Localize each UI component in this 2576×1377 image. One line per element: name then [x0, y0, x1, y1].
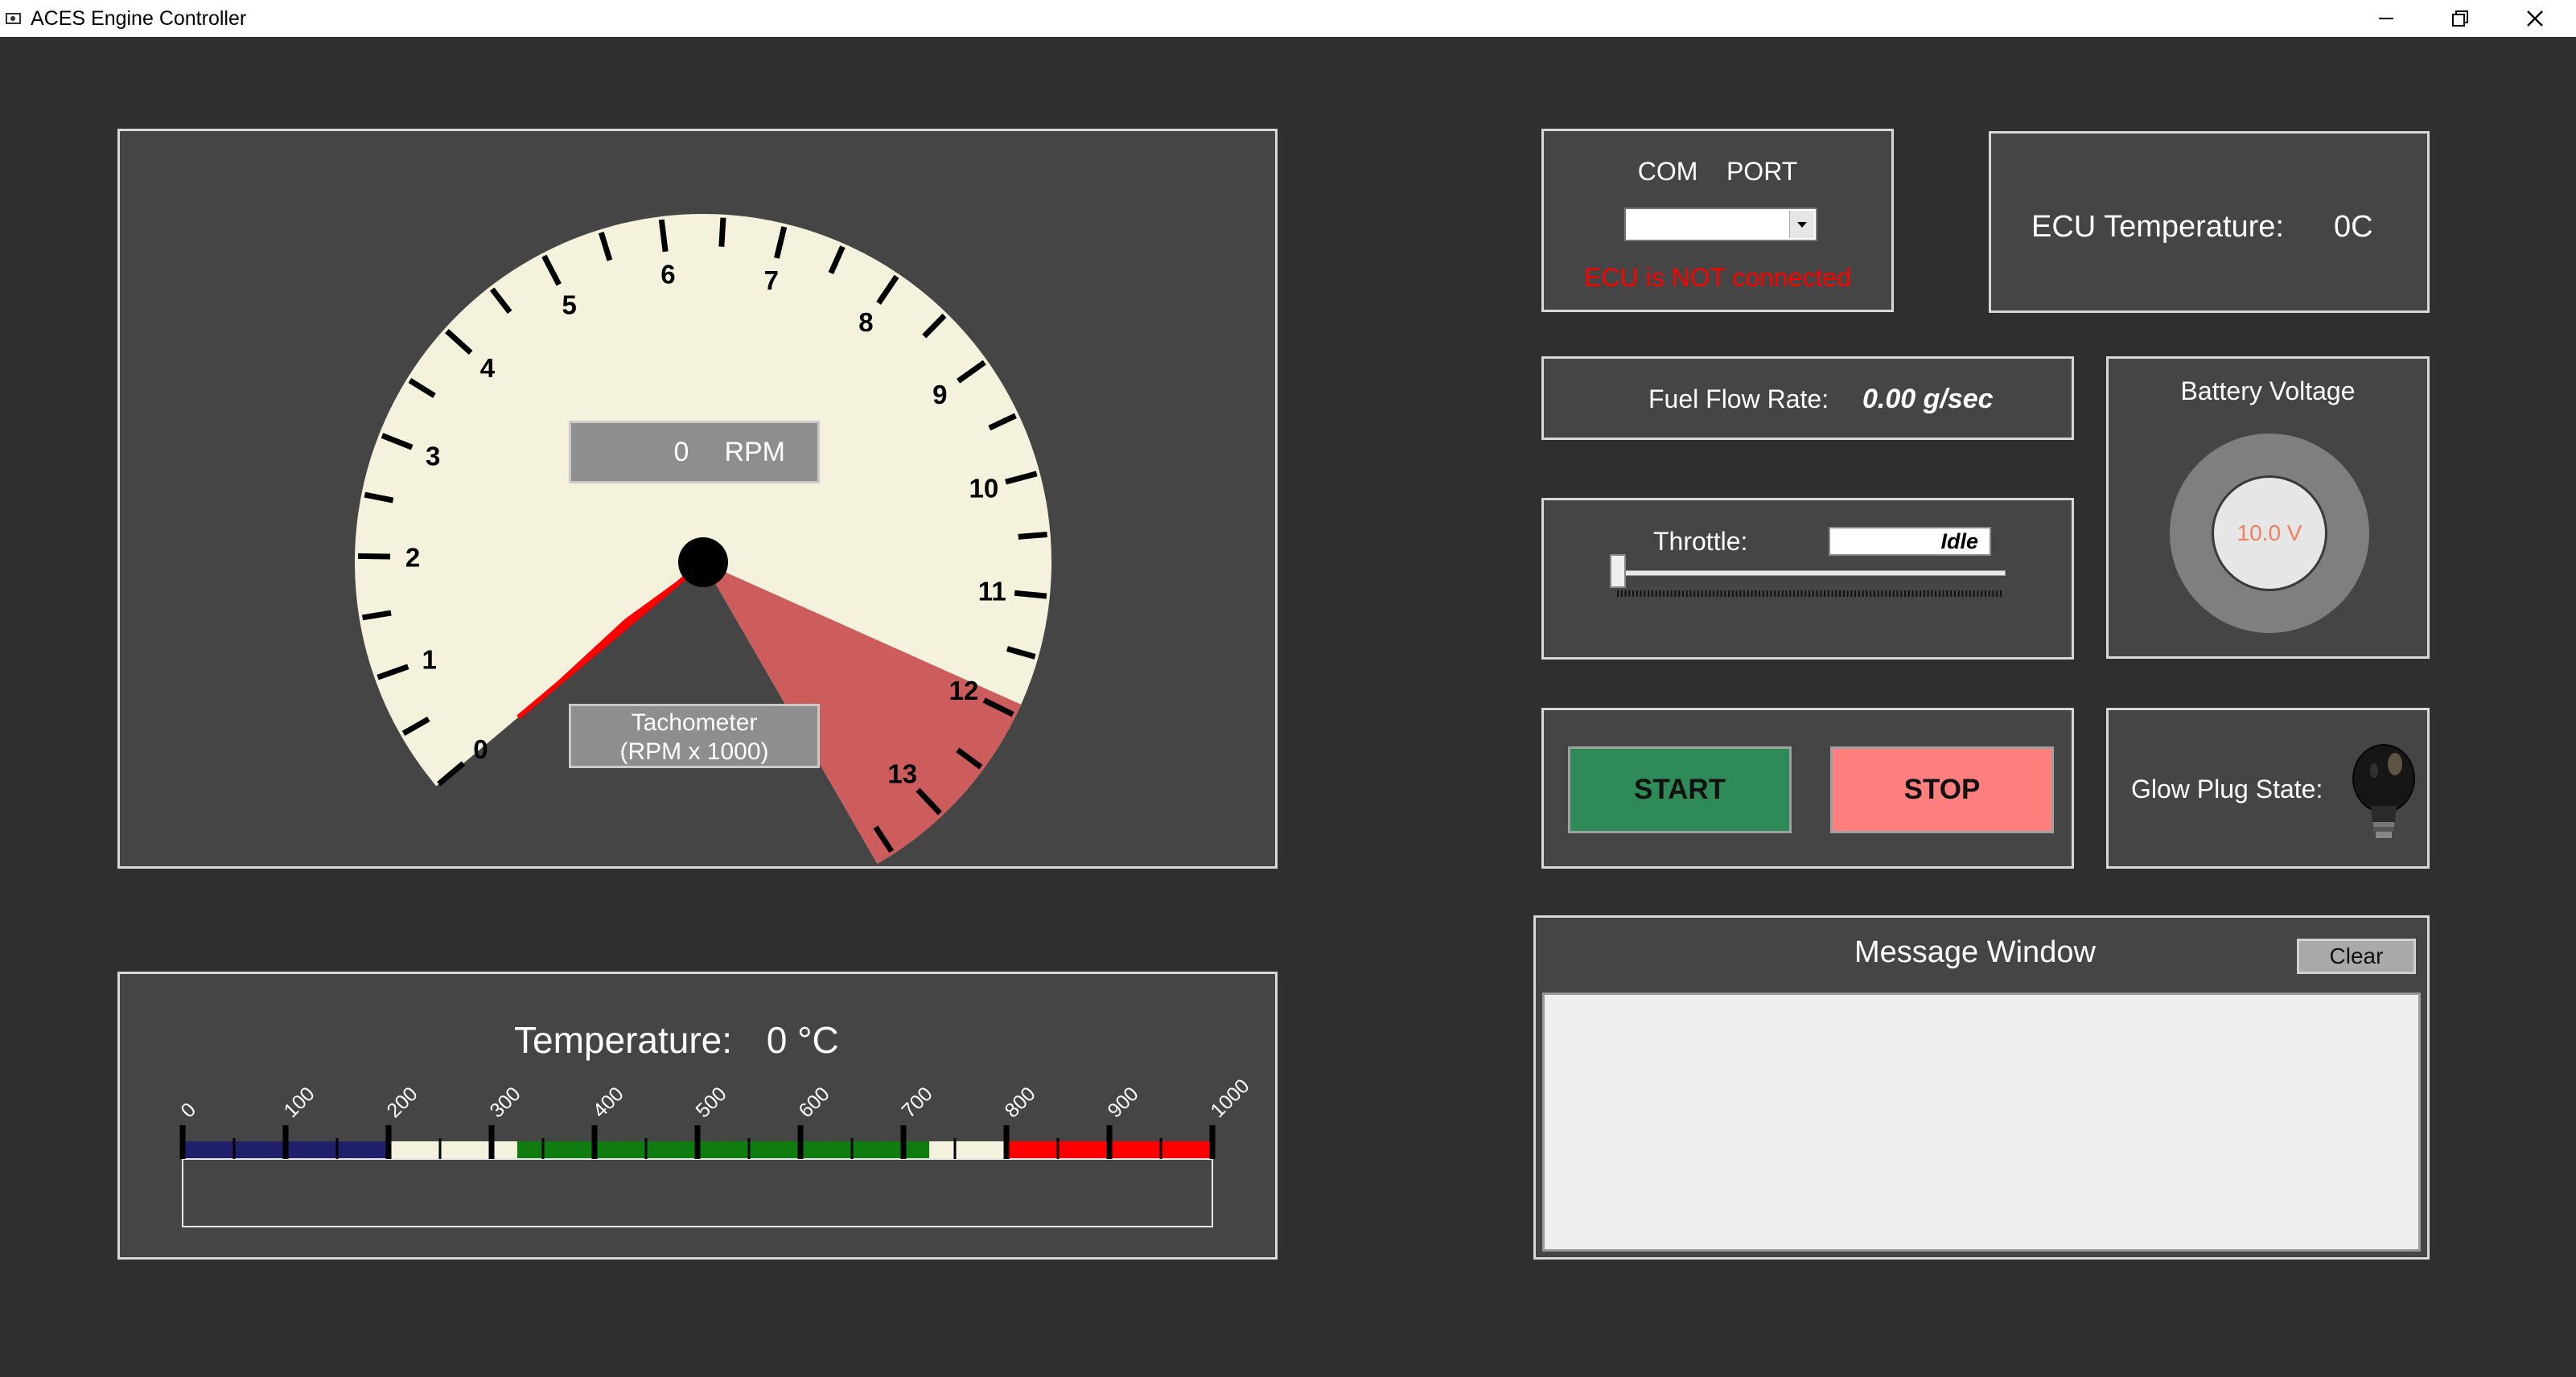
window-titlebar: ACES Engine Controller — [0, 0, 2576, 37]
start-button[interactable]: START — [1568, 746, 1792, 833]
tachometer-scale-label: 0 — [473, 734, 488, 764]
tachometer-minor-tick — [1018, 531, 1047, 540]
restore-button[interactable] — [2423, 0, 2497, 37]
com-port-panel: COM PORT ECU is NOT connected — [1541, 129, 1894, 312]
tachometer-scale-label: 7 — [764, 265, 779, 295]
glow-plug-label: Glow Plug State: — [2131, 775, 2323, 804]
tachometer-scale-label: 2 — [405, 543, 420, 573]
tachometer-scale-label: 3 — [426, 441, 440, 471]
tachometer-scale-label: 5 — [562, 290, 576, 320]
battery-voltage-value: 10.0 V — [2237, 520, 2302, 545]
tachometer-caption-unit: (RPM x 1000) — [619, 738, 769, 765]
throttle-panel: Throttle: Idle — [1541, 498, 2074, 660]
battery-gauge-ring: 10.0 V — [2170, 434, 2369, 633]
tachometer-scale-label: 6 — [660, 260, 675, 290]
tachometer-scale-label: 4 — [480, 353, 496, 383]
tachometer-scale-label: 12 — [949, 676, 979, 705]
tachometer-major-tick — [358, 553, 391, 560]
temperature-scale-label: 700 — [897, 1083, 936, 1122]
rpm-unit: RPM — [724, 436, 785, 467]
throttle-slider — [1610, 554, 2002, 597]
tachometer-caption-title: Tachometer — [631, 709, 758, 736]
fuel-flow-value: 0.00 g/sec — [1862, 384, 1994, 414]
dropdown-arrow-icon — [1797, 222, 1807, 228]
throttle-slider-handle[interactable] — [1610, 554, 1626, 588]
tachometer-panel: 0 1 2 3 4 5 6 7 8 9 10 11 12 13 0 RPM Tachometer (RPM… — [117, 129, 1278, 869]
rpm-readout: 0 RPM — [569, 421, 820, 483]
com-port-select[interactable] — [1624, 208, 1817, 241]
battery-voltage-label: Battery Voltage — [2180, 376, 2356, 405]
temperature-band — [389, 1141, 517, 1159]
window-title: ACES Engine Controller — [31, 7, 247, 30]
app-icon — [6, 13, 21, 24]
temperature-scale-label: 100 — [279, 1083, 319, 1122]
ecu-temperature-value: 0C — [2334, 210, 2373, 244]
minimize-button[interactable] — [2349, 0, 2423, 37]
tachometer-scale-label: 9 — [932, 380, 947, 409]
temperature-scale-label: 0 — [176, 1099, 200, 1123]
temperature-panel: Temperature: 0 °C 0 100 200 300 400 500 600 700… — [117, 972, 1278, 1260]
ecu-temperature-panel: ECU Temperature: 0C — [1989, 131, 2430, 313]
temperature-scale-label: 1000 — [1206, 1075, 1253, 1122]
message-window-title: Message Window — [1854, 935, 2096, 969]
glow-plug-panel: Glow Plug State: — [2106, 708, 2430, 869]
temperature-band — [517, 1141, 929, 1159]
close-icon — [2527, 10, 2543, 27]
chevron-down-icon[interactable] — [1789, 211, 1814, 238]
temperature-scale-label: 400 — [588, 1083, 628, 1122]
close-button[interactable] — [2497, 0, 2571, 37]
connection-status: ECU is NOT connected — [1584, 263, 1851, 292]
message-window-panel: Message Window Clear — [1533, 915, 2430, 1260]
temperature-bar: 0 100 200 300 400 500 600 700 800 900 1000 — [176, 1075, 1254, 1227]
com-port-label: COM PORT — [1637, 157, 1798, 186]
tachometer-scale-label: 10 — [969, 473, 999, 503]
engine-control-panel: START STOP — [1541, 708, 2074, 869]
stop-button[interactable]: STOP — [1830, 746, 2054, 833]
restore-icon — [2452, 10, 2468, 27]
light-bulb-icon — [2352, 744, 2415, 838]
temperature-scale-label: 200 — [382, 1083, 422, 1122]
temperature-bar-frame — [182, 1158, 1213, 1227]
minimize-icon — [2379, 18, 2393, 19]
message-log[interactable] — [1542, 993, 2421, 1252]
rpm-value: 0 — [673, 436, 689, 467]
temperature-scale-label: 600 — [794, 1083, 833, 1122]
tachometer-scale-label: 1 — [422, 644, 436, 674]
battery-gauge-face: 10.0 V — [2212, 475, 2327, 591]
tachometer-major-tick — [1014, 590, 1047, 599]
tachometer-major-tick — [658, 219, 669, 253]
tachometer-scale-label: 11 — [978, 576, 1006, 606]
tachometer-hub — [678, 537, 728, 587]
fuel-flow-label: Fuel Flow Rate: — [1648, 384, 1829, 413]
temperature-scale-label: 900 — [1103, 1083, 1142, 1122]
tachometer-scale-label: 13 — [887, 759, 917, 789]
tachometer-caption: Tachometer (RPM x 1000) — [569, 704, 820, 768]
temperature-scale-label: 300 — [485, 1083, 525, 1122]
tachometer-minor-tick — [718, 217, 726, 247]
temperature-scale-label: 500 — [691, 1083, 730, 1122]
clear-button[interactable]: Clear — [2297, 939, 2416, 974]
battery-voltage-panel: Battery Voltage 10.0 V — [2106, 356, 2430, 659]
temperature-scale-label: 800 — [1000, 1083, 1039, 1122]
ecu-temperature-label: ECU Temperature: — [2031, 210, 2284, 244]
tachometer-scale-label: 8 — [858, 307, 873, 337]
temperature-band — [929, 1141, 1006, 1159]
fuel-flow-panel: Fuel Flow Rate: 0.00 g/sec — [1541, 356, 2074, 440]
